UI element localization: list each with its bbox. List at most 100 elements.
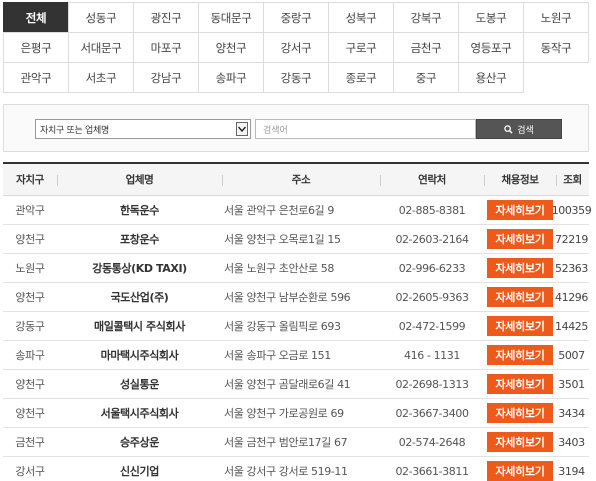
- district-tab[interactable]: 영등포구: [458, 32, 524, 63]
- district-tab[interactable]: 성북구: [328, 2, 394, 33]
- search-button[interactable]: 검색: [476, 119, 562, 139]
- detail-button[interactable]: 자세히보기: [487, 316, 553, 336]
- search-type-selected-value: 자치구 또는 업체명: [40, 125, 109, 136]
- row-company: 신신기업: [120, 465, 159, 478]
- row-jobs-cell: 자세히보기: [484, 399, 556, 427]
- district-tab[interactable]: 강동구: [263, 62, 329, 93]
- header-district: 자치구: [16, 174, 44, 186]
- search-icon: [504, 124, 513, 134]
- detail-button[interactable]: 자세히보기: [487, 200, 553, 220]
- detail-button[interactable]: 자세히보기: [487, 374, 553, 394]
- detail-button[interactable]: 자세히보기: [487, 461, 553, 481]
- district-tab[interactable]: 전체: [3, 2, 69, 33]
- row-district: 양천구: [15, 291, 45, 304]
- row-views: 41296: [555, 290, 588, 304]
- search-input[interactable]: 검색어: [255, 119, 476, 139]
- district-tab[interactable]: 중구: [393, 62, 459, 93]
- district-tab[interactable]: 노원구: [523, 2, 589, 33]
- table-header: 자치구 업체명 주소 연락처 채용정보 조회: [3, 164, 589, 196]
- detail-button[interactable]: 자세히보기: [487, 287, 553, 307]
- row-jobs-cell: 자세히보기: [484, 312, 556, 340]
- row-company: 국도산업(주): [110, 291, 169, 304]
- district-tab[interactable]: 구로구: [328, 32, 394, 63]
- row-company: 마마택시주식회사: [100, 349, 179, 362]
- district-tab[interactable]: 송파구: [198, 62, 264, 93]
- district-tab[interactable]: 중랑구: [263, 2, 329, 33]
- row-views: 52363: [555, 261, 588, 275]
- row-views: 14425: [555, 319, 588, 333]
- detail-button[interactable]: 자세히보기: [487, 345, 553, 365]
- search-button-label: 검색: [517, 125, 534, 136]
- detail-button[interactable]: 자세히보기: [487, 258, 553, 278]
- row-district: 관악구: [15, 204, 45, 217]
- table-row: 금천구 승주상운 서울 금천구 범안로17길 67 02-574-2648 자세히보기 3…: [3, 428, 589, 457]
- search-type-select[interactable]: 자치구 또는 업체명: [35, 119, 251, 139]
- district-tab[interactable]: 마포구: [133, 32, 199, 63]
- row-views: 72219: [555, 232, 588, 246]
- row-jobs-cell: 자세히보기: [484, 225, 556, 253]
- row-address: 서울 양천구 오목로1길 15: [224, 233, 341, 246]
- district-tab[interactable]: 성동구: [68, 2, 134, 33]
- row-company: 포창운수: [120, 233, 159, 246]
- row-address: 서울 노원구 초안산로 58: [224, 262, 334, 275]
- row-address: 서울 강동구 올림픽로 693: [224, 320, 341, 333]
- row-contact: 02-3661-3811: [395, 464, 469, 478]
- district-tab[interactable]: 양천구: [198, 32, 264, 63]
- row-district: 강동구: [15, 320, 45, 333]
- district-tab[interactable]: 도봉구: [458, 2, 524, 33]
- row-address: 서울 양천구 곰달래로6길 41: [224, 378, 351, 391]
- header-contact: 연락처: [418, 174, 446, 186]
- table-row: 송파구 마마택시주식회사 서울 송파구 오금로 151 416 - 1131 자세히보기…: [3, 341, 589, 370]
- row-district: 노원구: [15, 262, 45, 275]
- district-tab[interactable]: 강서구: [263, 32, 329, 63]
- row-district: 양천구: [15, 407, 45, 420]
- table-row: 강서구 신신기업 서울 강서구 강서로 519-11 02-3661-3811 자세히보…: [3, 457, 589, 481]
- row-jobs-cell: 자세히보기: [484, 196, 556, 224]
- district-tab[interactable]: 용산구: [458, 62, 524, 93]
- row-address: 서울 양천구 가로공원로 69: [224, 407, 344, 420]
- row-views: 3434: [558, 406, 585, 420]
- search-panel: 자치구 또는 업체명 검색어 검색: [3, 104, 589, 152]
- row-views: 3403: [558, 435, 585, 449]
- table-row: 노원구 강동통상(KD TAXI) 서울 노원구 초안산로 58 02-996-623…: [3, 254, 589, 283]
- district-tab[interactable]: 종로구: [328, 62, 394, 93]
- district-tab[interactable]: 동작구: [523, 32, 589, 63]
- detail-button[interactable]: 자세히보기: [487, 229, 553, 249]
- district-tab[interactable]: 은평구: [3, 32, 69, 63]
- table-row: 관악구 한독운수 서울 관악구 은천로6길 9 02-885-8381 자세히보기 100…: [3, 196, 592, 225]
- chevron-down-icon[interactable]: [236, 122, 248, 136]
- row-jobs-cell: 자세히보기: [484, 457, 556, 481]
- district-tab[interactable]: 금천구: [393, 32, 459, 63]
- table-row: 양천구 국도산업(주) 서울 양천구 남부순환로 596 02-2605-9363 자세…: [3, 283, 589, 312]
- row-contact: 416 - 1131: [404, 348, 460, 362]
- row-contact: 02-3667-3400: [395, 406, 469, 420]
- row-contact: 02-2698-1313: [395, 377, 469, 391]
- row-address: 서울 관악구 은천로6길 9: [224, 204, 334, 217]
- district-tab[interactable]: 관악구: [3, 62, 69, 93]
- district-tab[interactable]: 강남구: [133, 62, 199, 93]
- district-tab[interactable]: 강북구: [393, 2, 459, 33]
- row-contact: 02-2603-2164: [395, 232, 469, 246]
- header-company: 업체명: [125, 174, 154, 186]
- row-jobs-cell: 자세히보기: [484, 283, 556, 311]
- row-company: 성실통운: [120, 378, 159, 391]
- header-jobs: 채용정보: [501, 174, 539, 186]
- detail-button[interactable]: 자세히보기: [487, 403, 553, 423]
- district-tab[interactable]: 서초구: [68, 62, 134, 93]
- detail-button[interactable]: 자세히보기: [487, 432, 553, 452]
- row-address: 서울 양천구 남부순환로 596: [224, 291, 351, 304]
- table-row: 강동구 매일콜택시 주식회사 서울 강동구 올림픽로 693 02-472-1599 자…: [3, 312, 589, 341]
- district-tab[interactable]: 서대문구: [68, 32, 134, 63]
- district-tab[interactable]: 광진구: [133, 2, 199, 33]
- row-contact: 02-472-1599: [398, 319, 466, 333]
- row-contact: 02-996-6233: [398, 261, 466, 275]
- district-tab[interactable]: 동대문구: [198, 2, 264, 33]
- row-company: 강동통상(KD TAXI): [92, 262, 187, 275]
- row-address: 서울 강서구 강서로 519-11: [224, 465, 348, 478]
- row-company: 매일콜택시 주식회사: [94, 320, 185, 333]
- table-row: 양천구 서울택시주식회사 서울 양천구 가로공원로 69 02-3667-3400 자세…: [3, 399, 589, 428]
- row-contact: 02-2605-9363: [395, 290, 469, 304]
- district-filter-grid: 전체 성동구 광진구 동대문구 중랑구 성북구 강북구 도봉구 노원구은평구 서대문구 마포구 양천구…: [3, 2, 589, 93]
- row-views: 5007: [558, 348, 585, 362]
- row-company: 한독운수: [120, 204, 159, 217]
